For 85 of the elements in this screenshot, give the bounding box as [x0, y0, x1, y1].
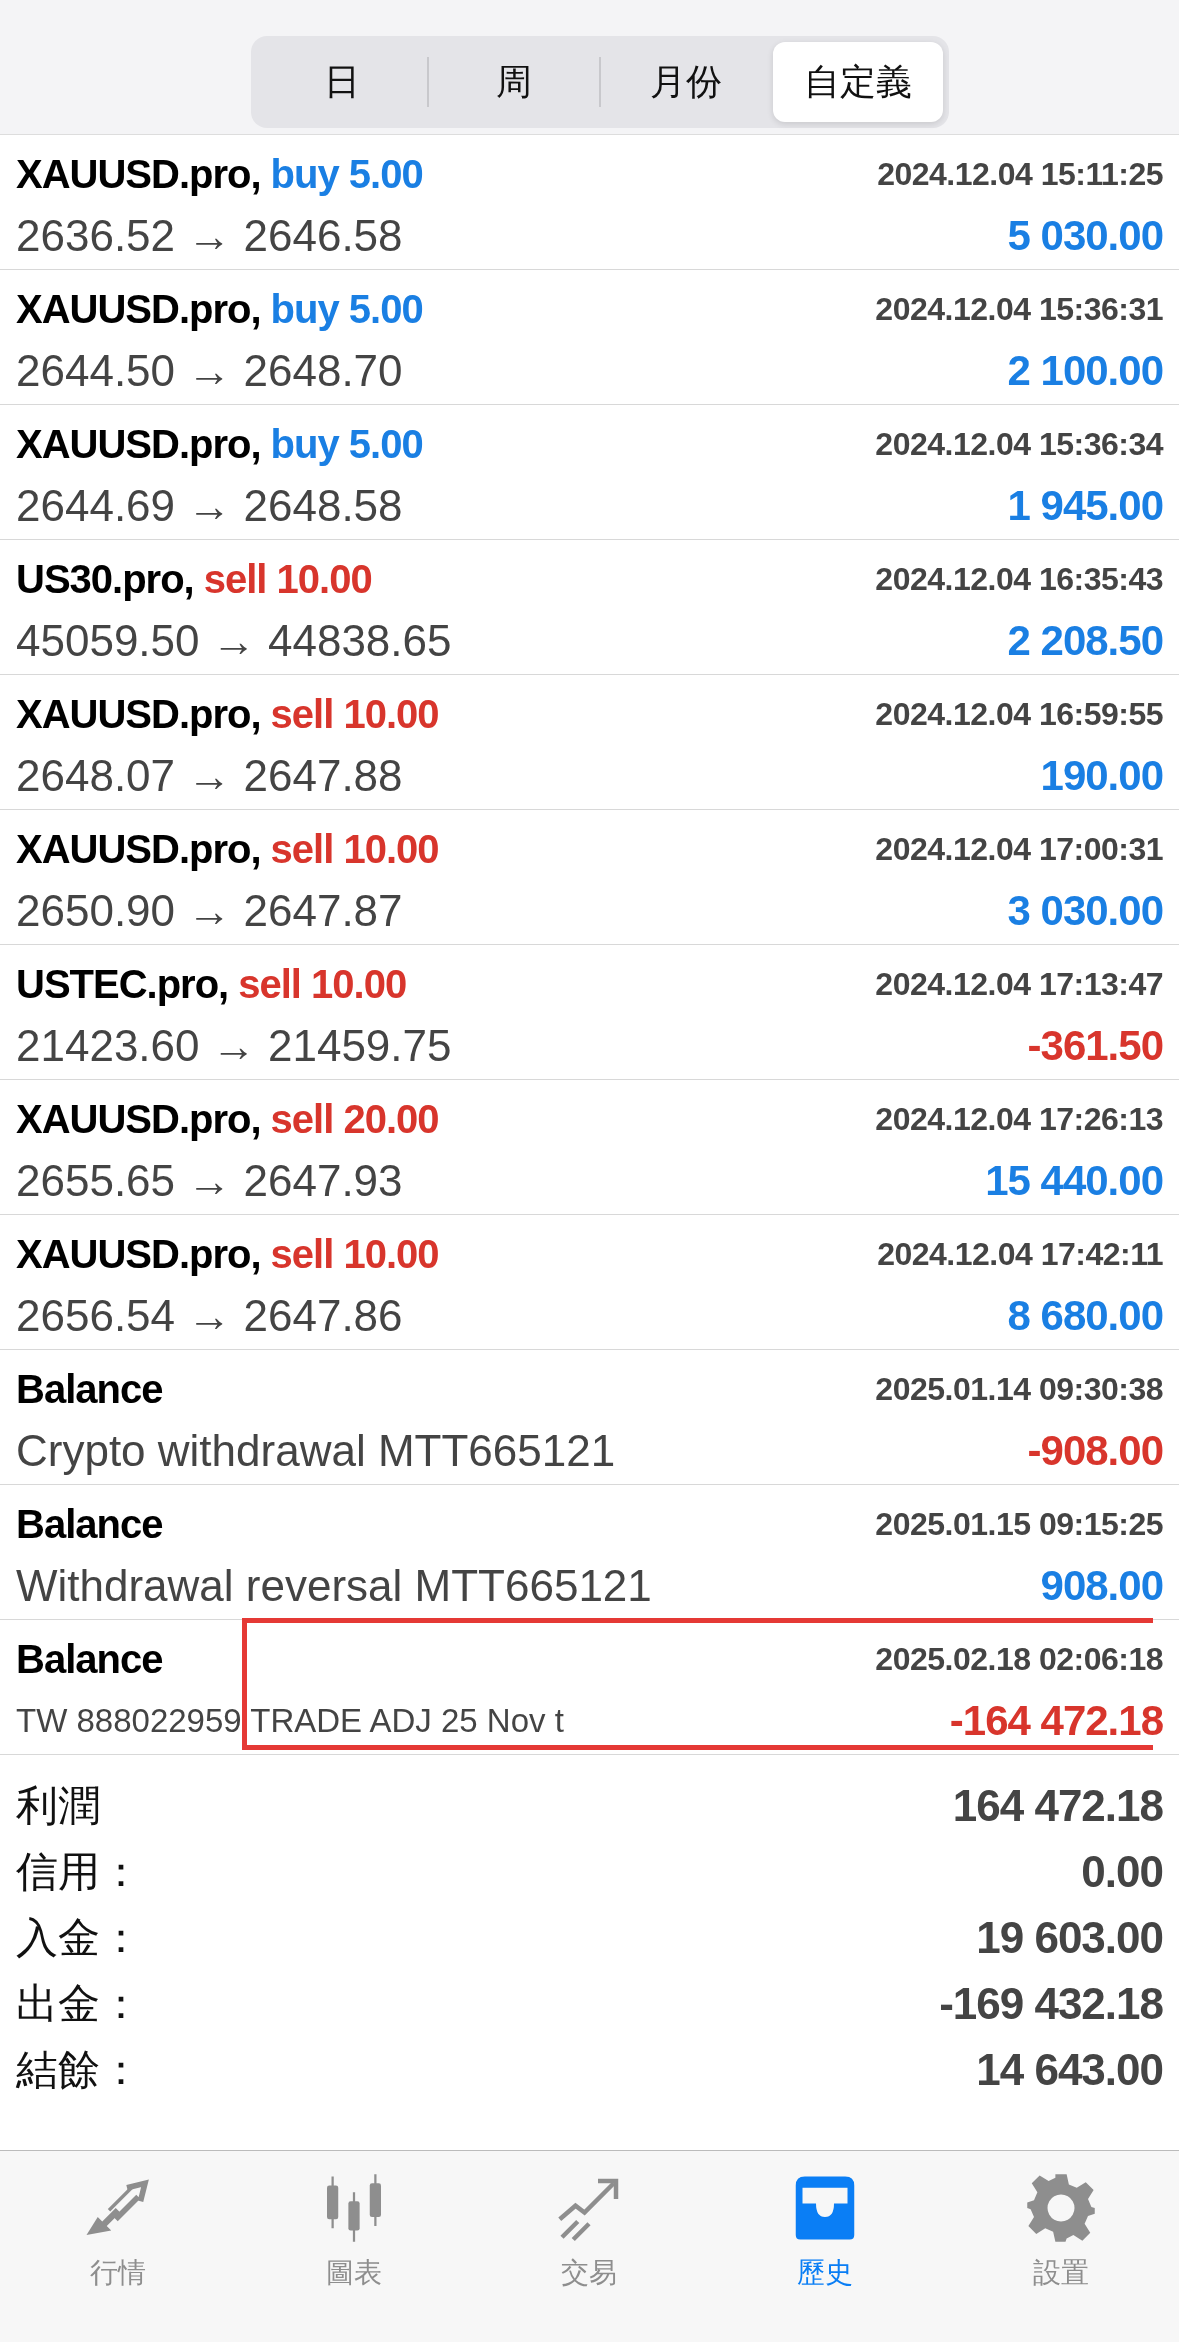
symbol-label: Balance — [16, 1636, 163, 1682]
time-label: 2024.12.04 17:42:11 — [877, 1235, 1163, 1273]
period-tab[interactable]: 周 — [428, 42, 599, 122]
price-label: 2644.69 → 2648.58 — [16, 481, 403, 531]
history-row[interactable]: XAUUSD.pro, sell 20.00 2024.12.04 17:26:13 2655.65 → 2647.93 15 440.00 — [0, 1080, 1179, 1215]
order-type-label: sell 10.00 — [270, 826, 439, 872]
symbol-label: Balance — [16, 1366, 163, 1412]
history-row[interactable]: XAUUSD.pro, sell 10.00 2024.12.04 16:59:55 2648.07 → 2647.88 190.00 — [0, 675, 1179, 810]
order-type-label: sell 10.00 — [203, 556, 372, 602]
history-row[interactable]: XAUUSD.pro, sell 10.00 2024.12.04 17:42:11 2656.54 → 2647.86 8 680.00 — [0, 1215, 1179, 1350]
time-label: 2024.12.04 15:36:31 — [875, 290, 1163, 328]
profit-label: -908.00 — [1027, 1427, 1163, 1475]
order-type-label: buy 5.00 — [270, 286, 423, 332]
profit-label: 908.00 — [1040, 1562, 1163, 1610]
summary-value: 164 472.18 — [952, 1781, 1163, 1831]
summary-label: 入金： — [16, 1912, 142, 1964]
symbol-label: XAUUSD.pro, — [16, 691, 261, 737]
symbol-label: XAUUSD.pro, — [16, 1096, 261, 1142]
price-label: 2644.50 → 2648.70 — [16, 346, 403, 396]
time-label: 2024.12.04 17:00:31 — [875, 830, 1163, 868]
profit-label: 15 440.00 — [985, 1157, 1163, 1205]
profit-label: 190.00 — [1040, 752, 1163, 800]
symbol-label: Balance — [16, 1501, 163, 1547]
history-row[interactable]: USTEC.pro, sell 10.00 2024.12.04 17:13:47 21423.60 → 21459.75 -361.50 — [0, 945, 1179, 1080]
history-row[interactable]: Balance 2025.01.14 09:30:38 Crypto withdrawal MTT665121 -908.00 — [0, 1350, 1179, 1485]
order-type-label: sell 10.00 — [270, 691, 439, 737]
summary-value: 19 603.00 — [976, 1913, 1163, 1963]
profit-label: 8 680.00 — [1007, 1292, 1163, 1340]
symbol-label: XAUUSD.pro, — [16, 286, 261, 332]
symbol-label: XAUUSD.pro, — [16, 1231, 261, 1277]
time-label: 2024.12.04 16:35:43 — [875, 560, 1163, 598]
symbol-label: US30.pro, — [16, 556, 194, 602]
history-row[interactable]: XAUUSD.pro, sell 10.00 2024.12.04 17:00:31 2650.90 → 2647.87 3 030.00 — [0, 810, 1179, 945]
symbol-label: XAUUSD.pro, — [16, 826, 261, 872]
settings-icon — [1025, 2172, 1098, 2244]
period-tab[interactable]: 自定義 — [772, 42, 943, 122]
order-type-label: sell 10.00 — [238, 961, 407, 1007]
profit-label: -164 472.18 — [949, 1697, 1163, 1745]
history-row[interactable]: Balance 2025.02.18 02:06:18 TW 888022959 TRADE ADJ 25 Nov t -164 472.18 — [0, 1620, 1179, 1755]
price-label: 2636.52 → 2646.58 — [16, 211, 403, 261]
profit-label: -361.50 — [1027, 1022, 1163, 1070]
profit-label: 1 945.00 — [1007, 482, 1163, 530]
order-type-label: buy 5.00 — [270, 421, 423, 467]
symbol-label: XAUUSD.pro, — [16, 421, 261, 467]
history-row[interactable]: XAUUSD.pro, buy 5.00 2024.12.04 15:36:34 2644.69 → 2648.58 1 945.00 — [0, 405, 1179, 540]
profit-label: 2 208.50 — [1007, 617, 1163, 665]
time-label: 2024.12.04 17:26:13 — [875, 1100, 1163, 1138]
order-type-label: sell 10.00 — [270, 1231, 439, 1277]
comment-label: Crypto withdrawal MTT665121 — [16, 1426, 616, 1476]
summary-value: -169 432.18 — [939, 1979, 1163, 2029]
price-label: 2648.07 → 2647.88 — [16, 751, 403, 801]
summary-label: 利潤 — [16, 1780, 100, 1832]
period-tab[interactable]: 月份 — [600, 42, 771, 122]
price-label: 2656.54 → 2647.86 — [16, 1291, 403, 1341]
period-tab[interactable]: 日 — [256, 42, 427, 122]
comment-label: Withdrawal reversal MTT665121 — [16, 1561, 652, 1611]
price-label: 45059.50 → 44838.65 — [16, 616, 452, 666]
time-label: 2024.12.04 17:13:47 — [875, 965, 1163, 1003]
summary-label: 出金： — [16, 1978, 142, 2030]
summary-value: 0.00 — [1081, 1847, 1163, 1897]
order-type-label: buy 5.00 — [270, 151, 423, 197]
profit-label: 2 100.00 — [1007, 347, 1163, 395]
summary-label: 信用： — [16, 1846, 142, 1898]
order-type-label: sell 20.00 — [270, 1096, 439, 1142]
time-label: 2024.12.04 15:36:34 — [875, 425, 1163, 463]
time-label: 2025.01.14 09:30:38 — [875, 1370, 1163, 1408]
time-label: 2024.12.04 16:59:55 — [875, 695, 1163, 733]
history-row[interactable]: XAUUSD.pro, buy 5.00 2024.12.04 15:11:25 2636.52 → 2646.58 5 030.00 — [0, 135, 1179, 270]
summary-value: 14 643.00 — [976, 2045, 1163, 2095]
profit-label: 3 030.00 — [1007, 887, 1163, 935]
comment-label: TW 888022959 TRADE ADJ 25 Nov t — [16, 1702, 564, 1740]
time-label: 2024.12.04 15:11:25 — [877, 155, 1163, 193]
history-row[interactable]: XAUUSD.pro, buy 5.00 2024.12.04 15:36:31 2644.50 → 2648.70 2 100.00 — [0, 270, 1179, 405]
history-row[interactable]: Balance 2025.01.15 09:15:25 Withdrawal reversal MTT665121 908.00 — [0, 1485, 1179, 1620]
price-label: 2650.90 → 2647.87 — [16, 886, 403, 936]
time-label: 2025.01.15 09:15:25 — [875, 1505, 1163, 1543]
price-label: 21423.60 → 21459.75 — [16, 1021, 452, 1071]
tab-item[interactable]: 歷史 — [745, 2171, 906, 2293]
profit-label: 5 030.00 — [1007, 212, 1163, 260]
summary-label: 結餘： — [16, 2044, 142, 2096]
symbol-label: XAUUSD.pro, — [16, 151, 261, 197]
time-label: 2025.02.18 02:06:18 — [875, 1640, 1163, 1678]
price-label: 2655.65 → 2647.93 — [16, 1156, 403, 1206]
history-row[interactable]: US30.pro, sell 10.00 2024.12.04 16:35:43 45059.50 → 44838.65 2 208.50 — [0, 540, 1179, 675]
symbol-label: USTEC.pro, — [16, 961, 229, 1007]
